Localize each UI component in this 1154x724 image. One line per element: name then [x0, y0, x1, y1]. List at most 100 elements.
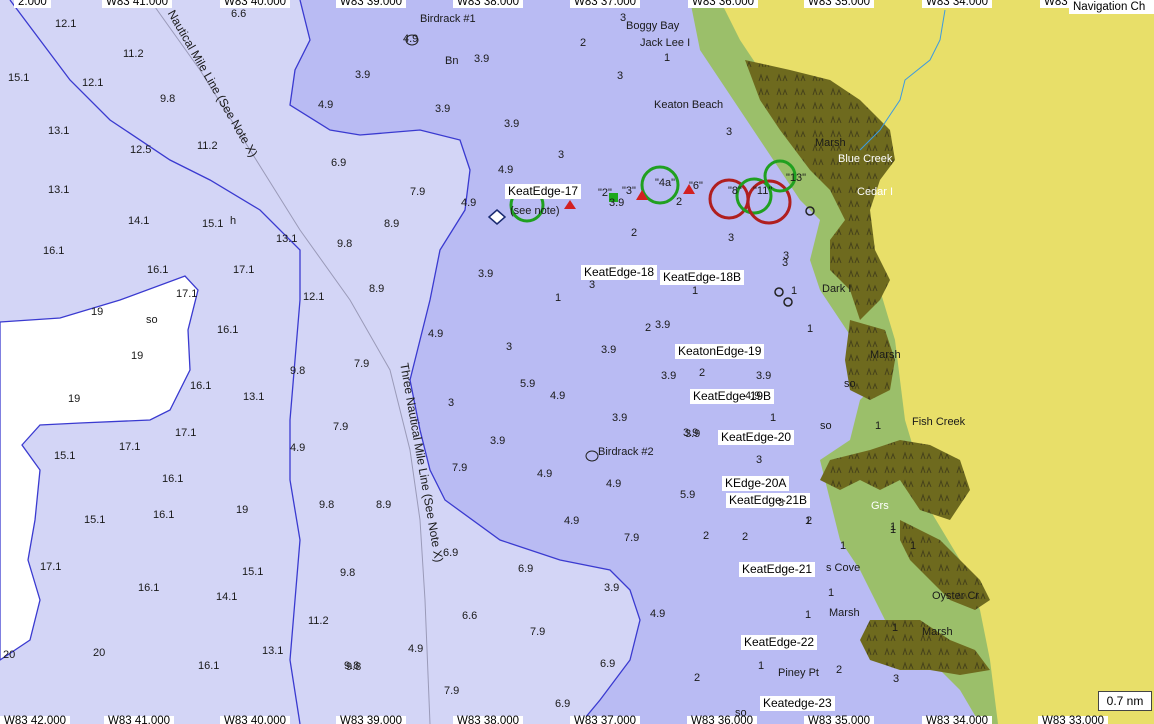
- depth-sounding: 6.9: [600, 658, 616, 670]
- depth-sounding: 1: [828, 587, 835, 599]
- depth-sounding: 4.9: [606, 478, 622, 490]
- depth-sounding: 2: [645, 322, 652, 334]
- buoy-label: "11": [753, 185, 773, 197]
- depth-sounding: 1: [892, 622, 899, 634]
- depth-sounding: 13.1: [243, 391, 265, 403]
- place-name: Dark I: [822, 283, 852, 295]
- depth-sounding: 5.9: [520, 378, 536, 390]
- longitude-ruler-top: 2.000 W83 41.000 W83 40.000 W83 39.000 W…: [0, 0, 1154, 9]
- depth-sounding: 17.1: [233, 264, 255, 276]
- depth-sounding: 16.1: [198, 660, 220, 672]
- ruler-tick: W83 41.000: [102, 0, 173, 8]
- ruler-tick-bottom: W83 41.000: [104, 715, 175, 724]
- depth-sounding: 15.1: [8, 72, 30, 84]
- waypoint-label[interactable]: KeatEdge-19B: [690, 389, 775, 404]
- navigation-chart-tab[interactable]: Navigation Ch: [1069, 0, 1154, 14]
- depth-sounding: 6.9: [518, 563, 534, 575]
- depth-sounding: 3: [893, 673, 900, 685]
- depth-sounding: 7.9: [452, 462, 468, 474]
- waypoint-label[interactable]: KeatEdge-21: [739, 562, 816, 577]
- place-name: Marsh: [922, 626, 953, 638]
- depth-sounding: 3: [782, 257, 789, 269]
- place-name: Piney Pt: [778, 667, 819, 679]
- ruler-tick-bottom: W83 38.000: [453, 715, 524, 724]
- depth-sounding: 3: [728, 232, 735, 244]
- waypoint-label[interactable]: KEdge-20A: [722, 476, 790, 491]
- depth-sounding: 2: [676, 196, 683, 208]
- depth-sounding: 4.9: [537, 468, 553, 480]
- depth-sounding: 4.9: [428, 328, 444, 340]
- depth-sounding: 3.9: [601, 344, 617, 356]
- depth-sounding: 1: [805, 609, 812, 621]
- ruler-tick: W83 35.000: [804, 0, 875, 8]
- place-name: Fish Creek: [912, 416, 966, 428]
- depth-sounding: 9.8: [340, 567, 356, 579]
- ruler-tick: W83 40.000: [220, 0, 291, 8]
- depth-sounding: 4.9: [408, 643, 424, 655]
- scale-indicator: 0.7 nm: [1098, 691, 1152, 711]
- depth-sounding: 3: [448, 397, 455, 409]
- place-name: Jack Lee I: [640, 37, 691, 49]
- depth-sounding: 20: [3, 649, 16, 661]
- waypoint-label[interactable]: KeatonEdge-19: [675, 344, 765, 359]
- depth-sounding: 16.1: [153, 509, 175, 521]
- depth-sounding: so: [735, 707, 747, 719]
- depth-sounding: 1: [664, 52, 671, 64]
- buoy-label: "8": [728, 185, 742, 197]
- depth-sounding: 3.9: [609, 197, 625, 209]
- depth-sounding: 5.9: [680, 489, 696, 501]
- depth-sounding: 1: [692, 285, 699, 297]
- depth-sounding: 7.9: [333, 421, 349, 433]
- chart-map[interactable]: 2.000 W83 41.000 W83 40.000 W83 39.000 W…: [0, 0, 1154, 724]
- depth-sounding: 4.9: [745, 390, 761, 402]
- waypoint-label[interactable]: KeatEdge-20: [718, 430, 795, 445]
- depth-sounding: 4.9: [318, 99, 334, 111]
- ruler-tick: W83 39.000: [336, 0, 407, 8]
- depth-sounding: 19: [131, 350, 144, 362]
- depth-sounding: 2: [631, 227, 638, 239]
- depth-sounding: so: [146, 314, 158, 326]
- depth-sounding: so: [820, 420, 832, 432]
- ruler-tick: W83 38.000: [453, 0, 524, 8]
- depth-sounding: 9.8: [337, 238, 353, 250]
- depth-sounding: 6.6: [462, 610, 478, 622]
- depth-sounding: 3.9: [490, 435, 506, 447]
- waypoint-label[interactable]: KeatEdge-22: [741, 635, 818, 650]
- depth-sounding: 6.9: [443, 547, 459, 559]
- depth-sounding: 16.1: [190, 380, 212, 392]
- place-name: Marsh: [870, 349, 901, 361]
- depth-sounding: 19: [68, 393, 81, 405]
- place-name: s Cove: [826, 562, 861, 574]
- buoy-label: "6": [689, 180, 703, 192]
- depth-sounding: 12.5: [130, 144, 152, 156]
- buoy-label: "4a": [655, 177, 676, 189]
- depth-sounding: 3.9: [355, 69, 371, 81]
- depth-sounding: 3.9: [604, 582, 620, 594]
- waypoint-label[interactable]: Keatedge-23: [760, 696, 835, 711]
- waypoint-label[interactable]: KeatEdge-18B: [660, 270, 745, 285]
- waypoint-label[interactable]: KeatEdge-17: [505, 184, 582, 199]
- depth-sounding: 4.9: [461, 197, 477, 209]
- waypoint-label[interactable]: KeatEdge-21B: [726, 493, 811, 508]
- place-name: Birdrack #1: [420, 13, 476, 25]
- depth-sounding: 20: [93, 647, 106, 659]
- depth-sounding: 16.1: [43, 245, 65, 257]
- depth-sounding: 2: [699, 367, 706, 379]
- place-name: Keaton Beach: [654, 99, 724, 111]
- depth-sounding: 3.9: [612, 412, 628, 424]
- depth-sounding: 9.8: [319, 499, 335, 511]
- depth-sounding: 16.1: [138, 582, 160, 594]
- depth-sounding: 4.9: [564, 515, 580, 527]
- ruler-tick-bottom: W83 39.000: [336, 715, 407, 724]
- ruler-tick: 2.000: [14, 0, 51, 8]
- depth-sounding: 2: [694, 672, 701, 684]
- buoy-label: "3": [622, 185, 636, 197]
- waypoint-label[interactable]: KeatEdge-18: [581, 265, 658, 280]
- depth-sounding: 7.9: [444, 685, 460, 697]
- chart-canvas[interactable]: [0, 0, 1154, 724]
- depth-sounding: 15.1: [84, 514, 106, 526]
- place-name: (see note): [510, 205, 560, 217]
- depth-sounding: 1: [890, 524, 897, 536]
- depth-sounding: 1: [555, 292, 562, 304]
- depth-sounding: 9.8: [344, 660, 360, 672]
